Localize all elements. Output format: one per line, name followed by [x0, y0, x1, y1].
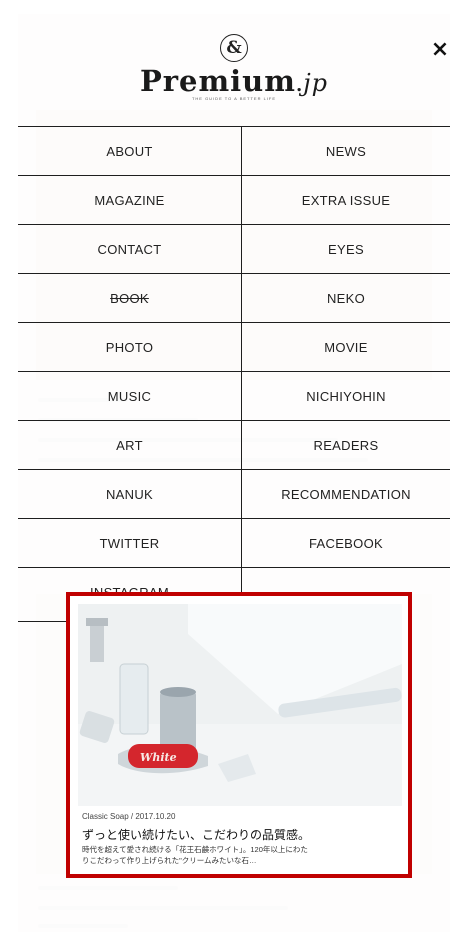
article-card[interactable]: White Classic Soap / 2017.10.20 ずっと使い続けた… [66, 592, 412, 878]
menu-row: CONTACT EYES [18, 225, 450, 274]
menu-item-news[interactable]: NEWS [242, 127, 450, 175]
menu-item-extra-issue[interactable]: EXTRA ISSUE [242, 176, 450, 224]
menu-row: ART READERS [18, 421, 450, 470]
logo-ampersand: & [220, 34, 248, 62]
menu-item-art[interactable]: ART [18, 421, 242, 469]
article-image[interactable]: White [78, 604, 402, 806]
menu-item-twitter[interactable]: TWITTER [18, 519, 242, 567]
menu-item-neko[interactable]: NEKO [242, 274, 450, 322]
menu-item-eyes[interactable]: EYES [242, 225, 450, 273]
menu-item-music[interactable]: MUSIC [18, 372, 242, 420]
logo-tagline: THE GUIDE TO A BETTER LIFE [191, 96, 277, 101]
article-title[interactable]: ずっと使い続けたい、こだわりの品質感。 [82, 826, 310, 843]
menu-item-readers[interactable]: READERS [242, 421, 450, 469]
article-description: 時代を超えて愛され続ける「花王石鹸ホワイト」。120年以上にわた りこだわって作… [82, 844, 402, 866]
menu-row: MAGAZINE EXTRA ISSUE [18, 176, 450, 225]
menu-item-book[interactable]: BOOK [18, 274, 242, 322]
menu-grid: ABOUT NEWS MAGAZINE EXTRA ISSUE CONTACT … [18, 126, 450, 616]
logo-wordmark: Premium.jp [18, 64, 450, 98]
svg-text:White: White [140, 751, 177, 764]
article-description-line: りこだわって作り上げられた"クリームみたいな石… [82, 856, 257, 865]
menu-item-movie[interactable]: MOVIE [242, 323, 450, 371]
menu-row: NANUK RECOMMENDATION [18, 470, 450, 519]
menu-item-photo[interactable]: PHOTO [18, 323, 242, 371]
menu-row: ABOUT NEWS [18, 126, 450, 176]
logo-suffix: jp [303, 69, 329, 97]
menu-item-nichiyohin[interactable]: NICHIYOHIN [242, 372, 450, 420]
menu-item-magazine[interactable]: MAGAZINE [18, 176, 242, 224]
logo-name: Premium [139, 64, 296, 98]
menu-row: PHOTO MOVIE [18, 323, 450, 372]
soap-photo: White [78, 604, 402, 806]
site-logo[interactable]: & Premium.jp THE GUIDE TO A BETTER LIFE [18, 34, 450, 101]
menu-item-contact[interactable]: CONTACT [18, 225, 242, 273]
menu-row: MUSIC NICHIYOHIN [18, 372, 450, 421]
menu-item-about[interactable]: ABOUT [18, 127, 242, 175]
menu-item-facebook[interactable]: FACEBOOK [242, 519, 450, 567]
menu-row: TWITTER FACEBOOK [18, 519, 450, 568]
article-description-line: 時代を超えて愛され続ける「花王石鹸ホワイト」。120年以上にわた [82, 845, 308, 854]
menu-row: BOOK NEKO [18, 274, 450, 323]
menu-item-recommendation[interactable]: RECOMMENDATION [242, 470, 450, 518]
article-meta: Classic Soap / 2017.10.20 [82, 812, 176, 821]
menu-item-nanuk[interactable]: NANUK [18, 470, 242, 518]
